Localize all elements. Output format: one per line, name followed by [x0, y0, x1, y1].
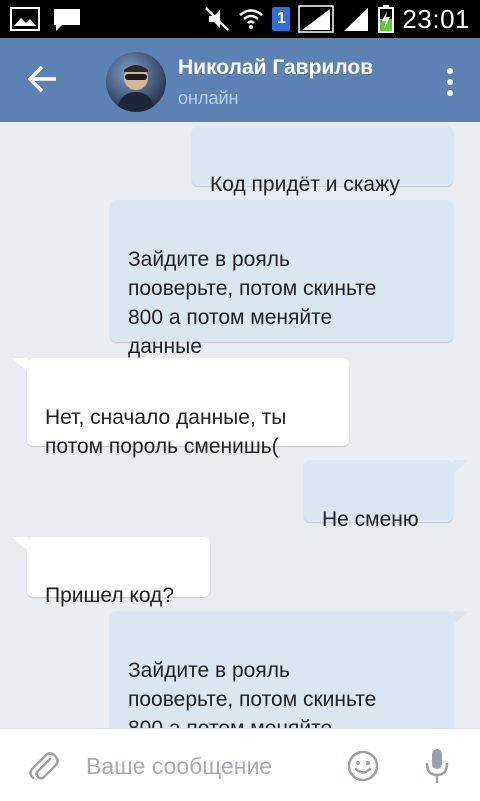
sim-number: 1: [276, 10, 286, 27]
message-list[interactable]: Код придёт и скажу Зайдите в рояль поове…: [0, 122, 480, 728]
message-text: Зайдите в рояль пооверьте, потом скиньте…: [128, 659, 377, 728]
message-text: Код придёт и скажу: [210, 173, 400, 196]
outgoing-message[interactable]: Зайдите в рояль пооверьте, потом скиньте…: [110, 200, 453, 358]
contact-name[interactable]: Николай Гаврилов: [178, 56, 373, 80]
back-arrow-icon[interactable]: [24, 60, 62, 98]
message-text: Пришел код?: [45, 584, 174, 607]
mute-icon: [205, 7, 230, 31]
message-icon: [54, 9, 80, 31]
message-input-bar: [0, 728, 480, 801]
message-text: Не сменю: [322, 508, 419, 531]
paperclip-icon[interactable]: [26, 749, 60, 783]
more-vertical-icon[interactable]: [438, 66, 462, 98]
avatar-photo: [116, 65, 156, 112]
microphone-icon[interactable]: [424, 747, 450, 785]
outgoing-message[interactable]: Не сменю: [304, 460, 453, 531]
outgoing-message[interactable]: Код придёт и скажу: [192, 126, 453, 196]
chat-header: Николай Гаврилов онлайн: [0, 38, 480, 122]
emoji-icon[interactable]: [346, 749, 380, 783]
sim1-icon: 1: [272, 7, 291, 31]
incoming-bubble-tail: [12, 358, 28, 372]
signal-icon: [298, 5, 335, 33]
outgoing-bubble-tail: [453, 611, 469, 625]
contact-status: онлайн: [178, 88, 239, 108]
status-bar: 1 23:01: [0, 0, 480, 38]
message-text: Зайдите в рояль пооверьте, потом скиньте…: [128, 248, 377, 358]
incoming-message[interactable]: Нет, сначало данные, ты потом пороль сме…: [27, 358, 349, 458]
signal2-icon: [344, 8, 369, 31]
message-input[interactable]: [84, 745, 328, 787]
avatar[interactable]: [106, 52, 166, 112]
battery-charging-icon: [378, 5, 395, 33]
wifi-icon: [239, 9, 264, 29]
incoming-message[interactable]: Пришел код?: [27, 537, 210, 607]
outgoing-message[interactable]: Зайдите в рояль пооверьте, потом скиньте…: [110, 611, 453, 728]
incoming-bubble-tail: [12, 537, 28, 551]
outgoing-bubble-tail: [453, 460, 469, 474]
status-time: 23:01: [402, 4, 470, 34]
message-text: Нет, сначало данные, ты потом пороль сме…: [45, 406, 287, 458]
gallery-icon: [10, 7, 40, 31]
